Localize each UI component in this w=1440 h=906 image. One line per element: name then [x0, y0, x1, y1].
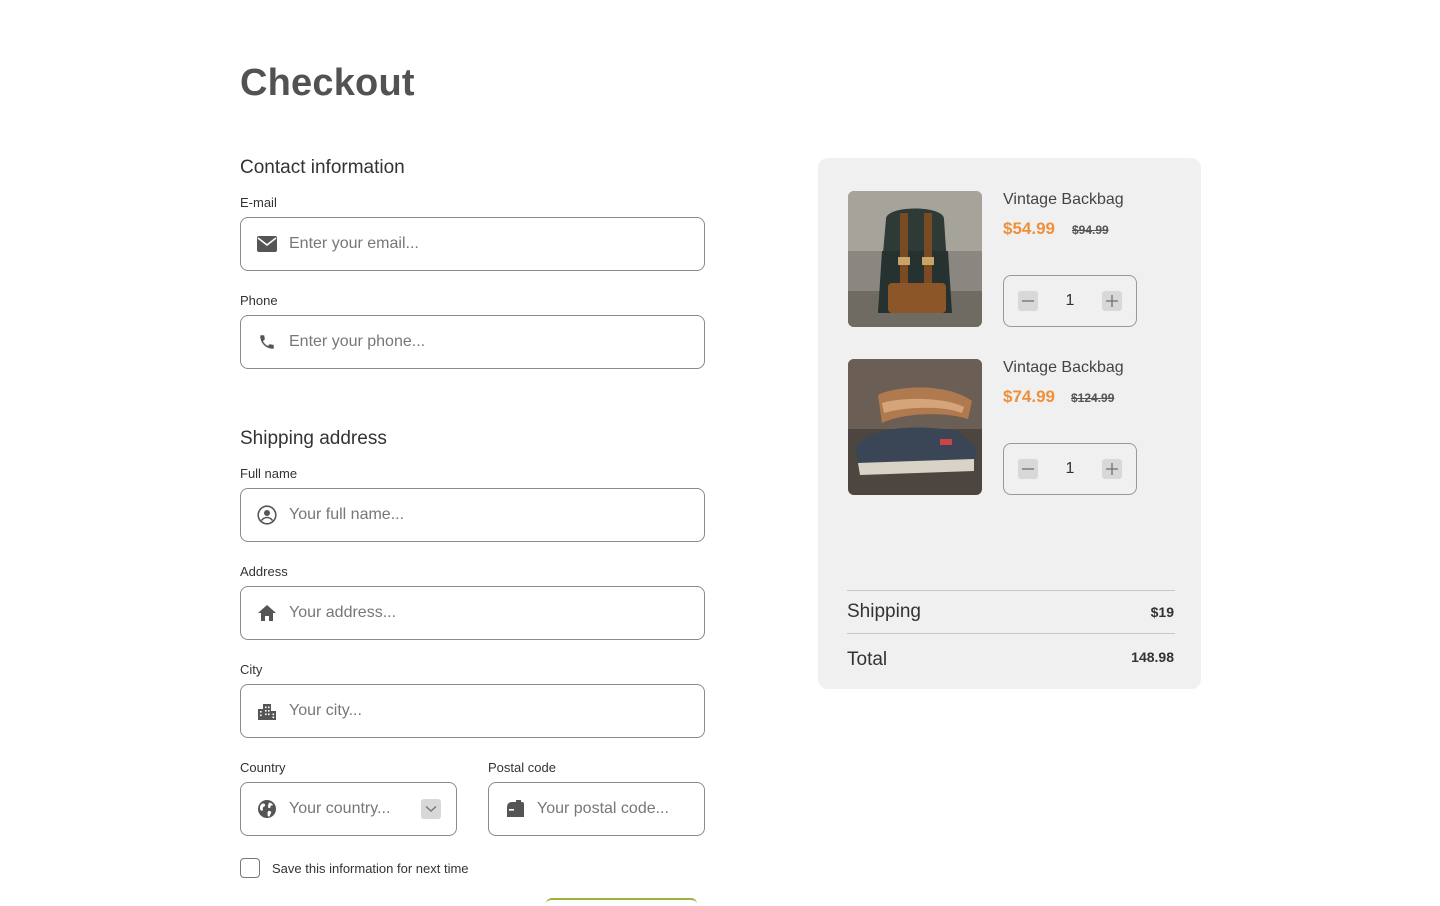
full-name-field-wrapper	[240, 488, 705, 542]
product-name-1: Vintage Backbag	[1003, 191, 1124, 208]
country-input[interactable]	[289, 800, 421, 818]
total-value: 148.98	[1131, 649, 1174, 665]
envelope-icon	[256, 233, 278, 255]
city-input[interactable]	[289, 702, 704, 720]
quantity-value-2: 1	[1065, 460, 1075, 477]
shipping-section-title: Shipping address	[240, 428, 387, 449]
product-price-1: $54.99	[1003, 219, 1055, 238]
phone-label: Phone	[240, 293, 278, 308]
quantity-value-1: 1	[1065, 292, 1075, 309]
address-input[interactable]	[289, 604, 704, 622]
country-label: Country	[240, 760, 286, 775]
country-select[interactable]	[240, 782, 457, 836]
product-image-backpack	[848, 191, 982, 327]
continue-button[interactable]	[546, 898, 697, 906]
home-icon	[256, 602, 278, 624]
product-image-sneaker	[848, 359, 982, 495]
total-label: Total	[847, 649, 888, 670]
postal-code-label: Postal code	[488, 760, 556, 775]
summary-divider	[847, 633, 1175, 634]
phone-input[interactable]	[289, 333, 704, 351]
city-icon	[256, 700, 278, 722]
postal-code-field-wrapper	[488, 782, 705, 836]
globe-icon	[256, 798, 278, 820]
address-field-wrapper	[240, 586, 705, 640]
email-field-wrapper	[240, 217, 705, 271]
product-price-2: $74.99	[1003, 387, 1055, 406]
contact-section-title: Contact information	[240, 157, 405, 178]
quantity-stepper-2: 1	[1003, 443, 1137, 495]
minus-icon[interactable]	[1018, 291, 1038, 311]
product-name-2: Vintage Backbag	[1003, 359, 1124, 376]
address-label: Address	[240, 564, 288, 579]
shipping-cost-value: $19	[1150, 604, 1174, 620]
chevron-down-icon[interactable]	[421, 799, 441, 819]
quantity-stepper-1: 1	[1003, 275, 1137, 327]
shipping-cost-label: Shipping	[847, 601, 921, 622]
summary-divider	[847, 590, 1175, 591]
mailbox-icon	[504, 798, 526, 820]
full-name-input[interactable]	[289, 506, 704, 524]
save-info-label[interactable]: Save this information for next time	[272, 861, 469, 876]
email-input[interactable]	[289, 235, 704, 253]
postal-code-input[interactable]	[537, 800, 704, 818]
plus-icon[interactable]	[1102, 291, 1122, 311]
phone-icon	[256, 331, 278, 353]
minus-icon[interactable]	[1018, 459, 1038, 479]
plus-icon[interactable]	[1102, 459, 1122, 479]
full-name-label: Full name	[240, 466, 298, 481]
phone-field-wrapper	[240, 315, 705, 369]
product-old-price-2: $124.99	[1071, 391, 1115, 405]
save-info-checkbox[interactable]	[240, 858, 260, 878]
city-field-wrapper	[240, 684, 705, 738]
user-circle-icon	[256, 504, 278, 526]
email-label: E-mail	[240, 195, 277, 210]
city-label: City	[240, 662, 263, 677]
product-old-price-1: $94.99	[1072, 223, 1109, 237]
page-title: Checkout	[240, 62, 415, 104]
